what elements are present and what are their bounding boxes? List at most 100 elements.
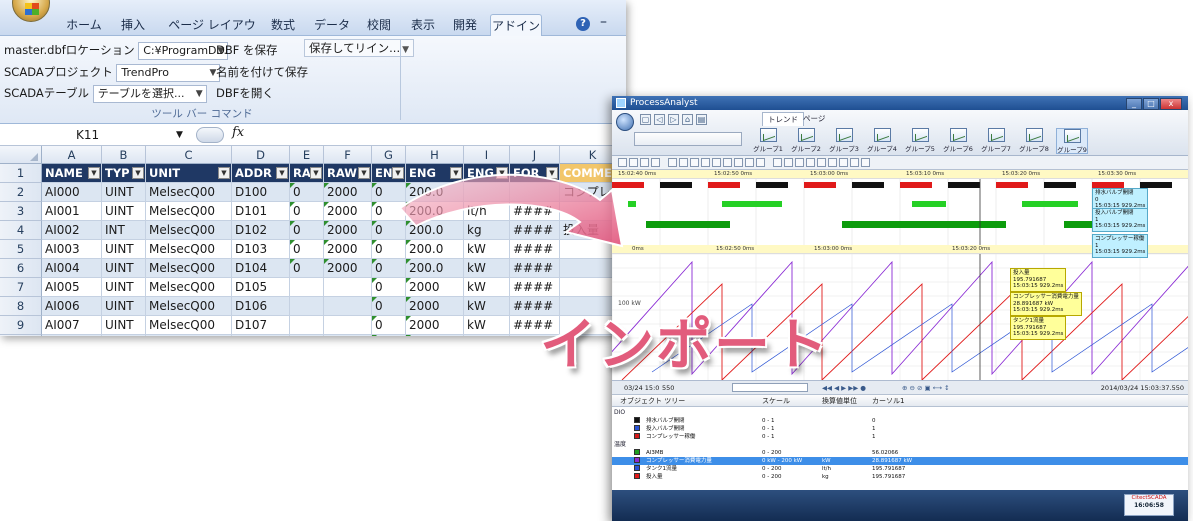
column-header-f[interactable]: F [324, 146, 372, 164]
pa-search-input[interactable] [634, 132, 742, 146]
save-dbf-button[interactable]: DBF を保存 [216, 40, 278, 60]
tree-item[interactable]: 投入バルブ開閉 0 - 1 1 [612, 425, 1188, 433]
filter-dropdown-icon[interactable]: ▼ [218, 167, 230, 179]
tab-data[interactable]: データ [312, 14, 352, 36]
column-header-c[interactable]: C [146, 146, 232, 164]
name-box[interactable]: K11 ▼ [4, 126, 194, 144]
tab-page[interactable]: ページ [798, 112, 830, 126]
quick-access-icon[interactable]: ▷ [668, 114, 679, 125]
table-cell[interactable]: UINT [102, 316, 146, 335]
table-cell[interactable]: 2000 [324, 221, 372, 240]
header-cell[interactable]: ENG ▼ [464, 164, 510, 183]
quick-access-icon[interactable]: ◁ [654, 114, 665, 125]
table-cell[interactable] [324, 297, 372, 316]
row-number[interactable]: 4 [0, 221, 42, 240]
table-cell[interactable]: MelsecQ00 [146, 183, 232, 202]
table-cell[interactable]: 2000 [406, 335, 464, 336]
column-header-i[interactable]: I [464, 146, 510, 164]
toolbar-tool-icon[interactable] [806, 158, 815, 167]
toolbar-tool-icon[interactable] [817, 158, 826, 167]
table-cell[interactable]: 0 [372, 316, 406, 335]
table-cell[interactable]: kW [464, 240, 510, 259]
close-icon[interactable]: x [1160, 98, 1182, 110]
table-cell[interactable] [324, 278, 372, 297]
table-cell[interactable]: UINT [102, 259, 146, 278]
row-number[interactable]: 5 [0, 240, 42, 259]
table-cell[interactable]: kg [464, 221, 510, 240]
tab-page-layout[interactable]: ページ レイアウト [166, 14, 258, 54]
tab-addins[interactable]: アドイン [490, 14, 542, 36]
table-cell[interactable] [324, 335, 372, 336]
master-location-combo[interactable]: C:¥ProgramD... ▼ [138, 41, 229, 60]
group-button[interactable]: グループ8 [1018, 128, 1050, 154]
playback-controls-icon[interactable]: ◀◀ ◀ ▶ ▶▶ ● [822, 381, 866, 395]
table-cell[interactable]: UINT [102, 297, 146, 316]
table-cell[interactable]: MelsecQ00 [146, 297, 232, 316]
toolbar-tool-icon[interactable] [679, 158, 688, 167]
toolbar-tool-icon[interactable] [773, 158, 782, 167]
toolbar-tool-icon[interactable] [861, 158, 870, 167]
column-header-b[interactable]: B [102, 146, 146, 164]
table-cell[interactable]: 0 [290, 183, 324, 202]
table-cell[interactable]: MelsecQ00 [146, 316, 232, 335]
toolbar-tool-icon[interactable] [712, 158, 721, 167]
table-cell[interactable]: #### [510, 240, 560, 259]
tree-item[interactable]: コンプレッサー稼働 0 - 1 1 [612, 433, 1188, 441]
table-cell[interactable]: UINT [102, 202, 146, 221]
save-reload-button[interactable]: 保存してリイン... ▼ [304, 39, 415, 57]
toolbar-tool-icon[interactable] [734, 158, 743, 167]
table-cell[interactable]: UINT [102, 240, 146, 259]
table-cell[interactable]: 0 [372, 202, 406, 221]
toolbar-tool-icon[interactable] [828, 158, 837, 167]
header-cell[interactable]: TYP ▼ [102, 164, 146, 183]
quick-access-icon[interactable]: ▢ [640, 114, 651, 125]
span-select[interactable] [732, 383, 808, 392]
tree-item[interactable]: 投入量 0 - 200 kg 195.791687 [612, 473, 1188, 481]
table-cell[interactable]: UINT [102, 278, 146, 297]
table-cell[interactable]: kW [464, 297, 510, 316]
table-cell[interactable]: 0 [372, 240, 406, 259]
table-cell[interactable]: AI000 [42, 183, 102, 202]
ribbon-minimize-icon[interactable]: – [600, 14, 607, 30]
quick-access-icon[interactable]: ▤ [696, 114, 707, 125]
table-cell[interactable]: 2000 [324, 240, 372, 259]
group-button[interactable]: グループ2 [790, 128, 822, 154]
toolbar-tool-icon[interactable] [795, 158, 804, 167]
help-icon[interactable]: ? [576, 17, 590, 31]
zoom-icons[interactable]: ⊕ ⊖ ⊘ ▣ ⟷ ↕ [902, 381, 950, 395]
table-cell[interactable]: D106 [232, 297, 290, 316]
table-cell[interactable]: AI006 [42, 297, 102, 316]
header-cell[interactable]: UNIT ▼ [146, 164, 232, 183]
group-button[interactable]: グループ3 [828, 128, 860, 154]
table-cell[interactable]: D103 [232, 240, 290, 259]
table-cell[interactable]: D104 [232, 259, 290, 278]
toolbar-tool-icon[interactable] [701, 158, 710, 167]
table-cell[interactable]: MelsecQ00 [146, 278, 232, 297]
table-cell[interactable]: 0 [372, 297, 406, 316]
table-cell[interactable] [324, 316, 372, 335]
table-cell[interactable]: 0 [290, 259, 324, 278]
save-as-button[interactable]: 名前を付けて保存 [216, 62, 308, 82]
tab-formulas[interactable]: 数式 [266, 14, 300, 36]
home-icon[interactable]: ⌂ [682, 114, 693, 125]
table-cell[interactable]: D102 [232, 221, 290, 240]
toolbar-tool-icon[interactable] [745, 158, 754, 167]
fx-icon[interactable]: fx [232, 125, 244, 140]
toolbar-tool-icon[interactable] [640, 158, 649, 167]
group-button[interactable]: グループ4 [866, 128, 898, 154]
row-number[interactable]: 1 [0, 164, 42, 183]
table-combo[interactable]: テーブルを選択... ▼ [92, 84, 207, 103]
filter-dropdown-icon[interactable]: ▼ [132, 167, 144, 179]
table-cell[interactable]: 0 [290, 240, 324, 259]
table-cell[interactable]: 2000 [324, 183, 372, 202]
table-cell[interactable]: kW [464, 316, 510, 335]
table-cell[interactable]: 0 [372, 259, 406, 278]
open-dbf-button[interactable]: DBFを開く [216, 83, 274, 103]
table-cell[interactable]: AI002 [42, 221, 102, 240]
select-all-corner[interactable] [0, 146, 42, 164]
group-button[interactable]: グループ1 [752, 128, 784, 154]
toolbar-tool-icon[interactable] [756, 158, 765, 167]
table-cell[interactable]: 2000 [324, 259, 372, 278]
table-cell[interactable]: kW [464, 278, 510, 297]
project-combo[interactable]: TrendPro ▼ [116, 63, 221, 82]
